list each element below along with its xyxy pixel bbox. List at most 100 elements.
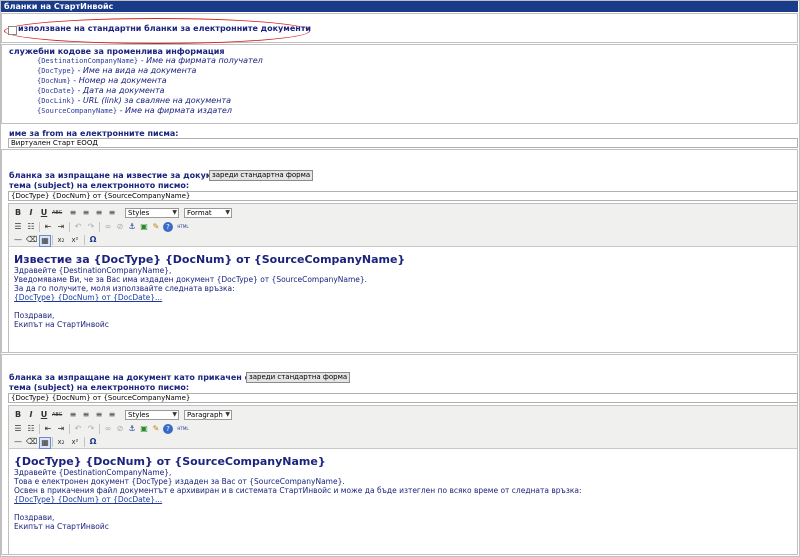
codes-heading: служебни кодове за променлива информация <box>9 47 225 56</box>
indent-icon[interactable]: ⇥ <box>56 424 66 434</box>
horizontal-rule-icon[interactable]: — <box>13 437 23 447</box>
attach-subject-input[interactable]: {DocType} {DocNum} от {SourceCompanyName… <box>8 393 798 403</box>
attach-body-closing: Поздрави, <box>14 513 55 522</box>
cleanup-icon[interactable]: ✎ <box>151 424 161 434</box>
outdent-icon[interactable]: ⇤ <box>43 424 53 434</box>
align-left-icon[interactable]: ≡ <box>68 208 78 218</box>
bold-icon[interactable]: B <box>13 208 23 218</box>
code-item: {DocType} - Име на вида на документа <box>37 66 197 75</box>
notice-editor-toolbar: B I U ABC ≡ ≡ ≡ ≡ Styles ▼ Format ▼ ☰ ☷ ⇤ … <box>9 204 797 247</box>
notice-body-link[interactable]: {DocType} {DocNum} от {DocDate}... <box>14 293 792 302</box>
code-item: {DestinationCompanyName} - Име на фирмат… <box>37 56 263 65</box>
bullet-list-icon[interactable]: ☰ <box>13 424 23 434</box>
notice-body-closing: Поздрави, <box>14 311 55 320</box>
codes-list: {DestinationCompanyName} - Име на фирмат… <box>37 56 263 116</box>
special-char-icon[interactable]: Ω <box>88 437 98 447</box>
subscript-icon[interactable]: x₂ <box>56 437 66 447</box>
strikethrough-icon[interactable]: ABC <box>52 208 62 218</box>
align-center-icon[interactable]: ≡ <box>81 410 91 420</box>
redo-icon[interactable]: ↷ <box>86 222 96 232</box>
notice-body-title: Известие за {DocType} {DocNum} от {Sourc… <box>14 253 406 266</box>
chevron-down-icon: ▼ <box>225 209 230 216</box>
page-title: бланки на СтартИнвойс <box>1 1 798 12</box>
from-name-input[interactable]: Виртуален Старт ЕООД <box>8 138 798 148</box>
align-right-icon[interactable]: ≡ <box>94 208 104 218</box>
redo-icon[interactable]: ↷ <box>86 424 96 434</box>
align-justify-icon[interactable]: ≡ <box>107 208 117 218</box>
notice-subject-input[interactable]: {DocType} {DocNum} от {SourceCompanyName… <box>8 191 798 201</box>
separator <box>69 222 70 232</box>
attach-form-heading: бланка за изпращане на документ като при… <box>9 373 270 382</box>
undo-icon[interactable]: ↶ <box>73 222 83 232</box>
anchor-icon[interactable]: ⚓ <box>127 222 137 232</box>
chevron-down-icon: ▼ <box>172 411 177 418</box>
html-icon[interactable]: HTML <box>176 424 190 434</box>
notice-load-standard-button[interactable]: зареди стандартна форма <box>209 170 314 181</box>
attach-editor-content[interactable]: {DocType} {DocNum} от {SourceCompanyName… <box>14 455 792 531</box>
visual-aid-icon[interactable]: ▦ <box>39 235 51 247</box>
notice-editor-content[interactable]: Известие за {DocType} {DocNum} от {Sourc… <box>14 253 792 329</box>
format-select[interactable]: Format ▼ <box>184 208 232 218</box>
separator <box>69 424 70 434</box>
attach-editor-toolbar: B I U ABC ≡ ≡ ≡ ≡ Styles ▼ Paragraph ▼ ☰ ☷… <box>9 406 797 449</box>
code-item: {DocDate} - Дата на документа <box>37 86 165 95</box>
format-select[interactable]: Paragraph ▼ <box>184 410 232 420</box>
indent-icon[interactable]: ⇥ <box>56 222 66 232</box>
attach-body-line: Това е електронен документ {DocType} изд… <box>14 477 345 486</box>
bullet-list-icon[interactable]: ☰ <box>13 222 23 232</box>
attach-body-link[interactable]: {DocType} {DocNum} от {DocDate}... <box>14 495 792 504</box>
image-icon[interactable]: ▣ <box>139 222 149 232</box>
remove-format-icon[interactable]: ⌫ <box>26 235 37 245</box>
subscript-icon[interactable]: x₂ <box>56 235 66 245</box>
bold-icon[interactable]: B <box>13 410 23 420</box>
visual-aid-icon[interactable]: ▦ <box>39 437 51 449</box>
notice-subject-label: тема (subject) на електронното писмо: <box>9 181 190 190</box>
cleanup-icon[interactable]: ✎ <box>151 222 161 232</box>
code-item: {DocLink} - URL (link) за сваляне на док… <box>37 96 232 105</box>
align-justify-icon[interactable]: ≡ <box>107 410 117 420</box>
superscript-icon[interactable]: x² <box>70 235 80 245</box>
image-icon[interactable]: ▣ <box>139 424 149 434</box>
underline-icon[interactable]: U <box>39 208 49 218</box>
separator <box>99 222 100 232</box>
numbered-list-icon[interactable]: ☷ <box>26 424 36 434</box>
notice-form-heading: бланка за изпращане на известие за докум… <box>9 171 228 180</box>
notice-body-editor[interactable]: B I U ABC ≡ ≡ ≡ ≡ Styles ▼ Format ▼ ☰ ☷ ⇤ … <box>8 203 798 353</box>
align-right-icon[interactable]: ≡ <box>94 410 104 420</box>
attach-subject-label: тема (subject) на електронното писмо: <box>9 383 190 392</box>
html-icon[interactable]: HTML <box>176 222 190 232</box>
anchor-icon[interactable]: ⚓ <box>127 424 137 434</box>
chevron-down-icon: ▼ <box>225 411 230 418</box>
styles-select[interactable]: Styles ▼ <box>125 208 179 218</box>
numbered-list-icon[interactable]: ☷ <box>26 222 36 232</box>
outdent-icon[interactable]: ⇤ <box>43 222 53 232</box>
styles-select[interactable]: Styles ▼ <box>125 410 179 420</box>
link-icon[interactable]: ∞ <box>103 222 113 232</box>
strikethrough-icon[interactable]: ABC <box>52 410 62 420</box>
unlink-icon[interactable]: ⊘ <box>115 424 125 434</box>
italic-icon[interactable]: I <box>26 410 36 420</box>
chevron-down-icon: ▼ <box>172 209 177 216</box>
attach-body-line: Освен в прикачения файл документът е арх… <box>14 486 582 495</box>
undo-icon[interactable]: ↶ <box>73 424 83 434</box>
attach-body-line: Здравейте {DestinationCompanyName}, <box>14 468 172 477</box>
attach-body-closing: Екипът на СтартИнвойс <box>14 522 109 531</box>
horizontal-rule-icon[interactable]: — <box>13 235 23 245</box>
superscript-icon[interactable]: x² <box>70 437 80 447</box>
align-left-icon[interactable]: ≡ <box>68 410 78 420</box>
attach-load-standard-button[interactable]: зареди стандартна форма <box>246 372 351 383</box>
remove-format-icon[interactable]: ⌫ <box>26 437 37 447</box>
standard-forms-checkbox[interactable] <box>8 26 17 35</box>
help-icon[interactable]: ? <box>163 424 173 434</box>
separator <box>84 437 85 447</box>
underline-icon[interactable]: U <box>39 410 49 420</box>
align-center-icon[interactable]: ≡ <box>81 208 91 218</box>
help-icon[interactable]: ? <box>163 222 173 232</box>
link-icon[interactable]: ∞ <box>103 424 113 434</box>
unlink-icon[interactable]: ⊘ <box>115 222 125 232</box>
notice-body-line: За да го получите, моля използвайте след… <box>14 284 235 293</box>
special-char-icon[interactable]: Ω <box>88 235 98 245</box>
attach-body-editor[interactable]: B I U ABC ≡ ≡ ≡ ≡ Styles ▼ Paragraph ▼ ☰ ☷… <box>8 405 798 555</box>
from-name-label: име за from на електронните писма: <box>9 129 179 138</box>
italic-icon[interactable]: I <box>26 208 36 218</box>
